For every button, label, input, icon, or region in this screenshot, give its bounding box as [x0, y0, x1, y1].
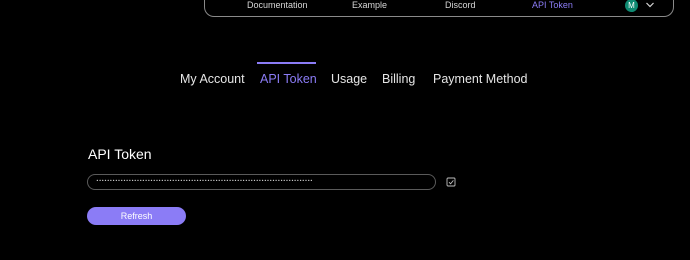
tab-api-token[interactable]: API Token	[260, 72, 317, 86]
active-tab-indicator	[257, 62, 316, 64]
api-token-field[interactable]: ••••••••••••••••••••••••••••••••••••••••…	[87, 174, 436, 190]
nav-link-example[interactable]: Example	[352, 0, 387, 10]
nav-link-documentation[interactable]: Documentation	[247, 0, 308, 10]
tab-payment-method[interactable]: Payment Method	[433, 72, 528, 86]
user-avatar[interactable]: M	[625, 0, 638, 12]
section-title: API Token	[88, 146, 152, 162]
copy-icon[interactable]	[446, 177, 456, 187]
nav-link-api-token[interactable]: API Token	[532, 0, 573, 10]
tab-my-account[interactable]: My Account	[180, 72, 245, 86]
refresh-button[interactable]: Refresh	[87, 207, 186, 225]
tab-usage[interactable]: Usage	[331, 72, 367, 86]
chevron-down-icon[interactable]	[645, 0, 655, 10]
nav-link-discord[interactable]: Discord	[445, 0, 476, 10]
top-navigation: Documentation Example Discord API Token …	[204, 0, 674, 17]
tab-billing[interactable]: Billing	[382, 72, 415, 86]
